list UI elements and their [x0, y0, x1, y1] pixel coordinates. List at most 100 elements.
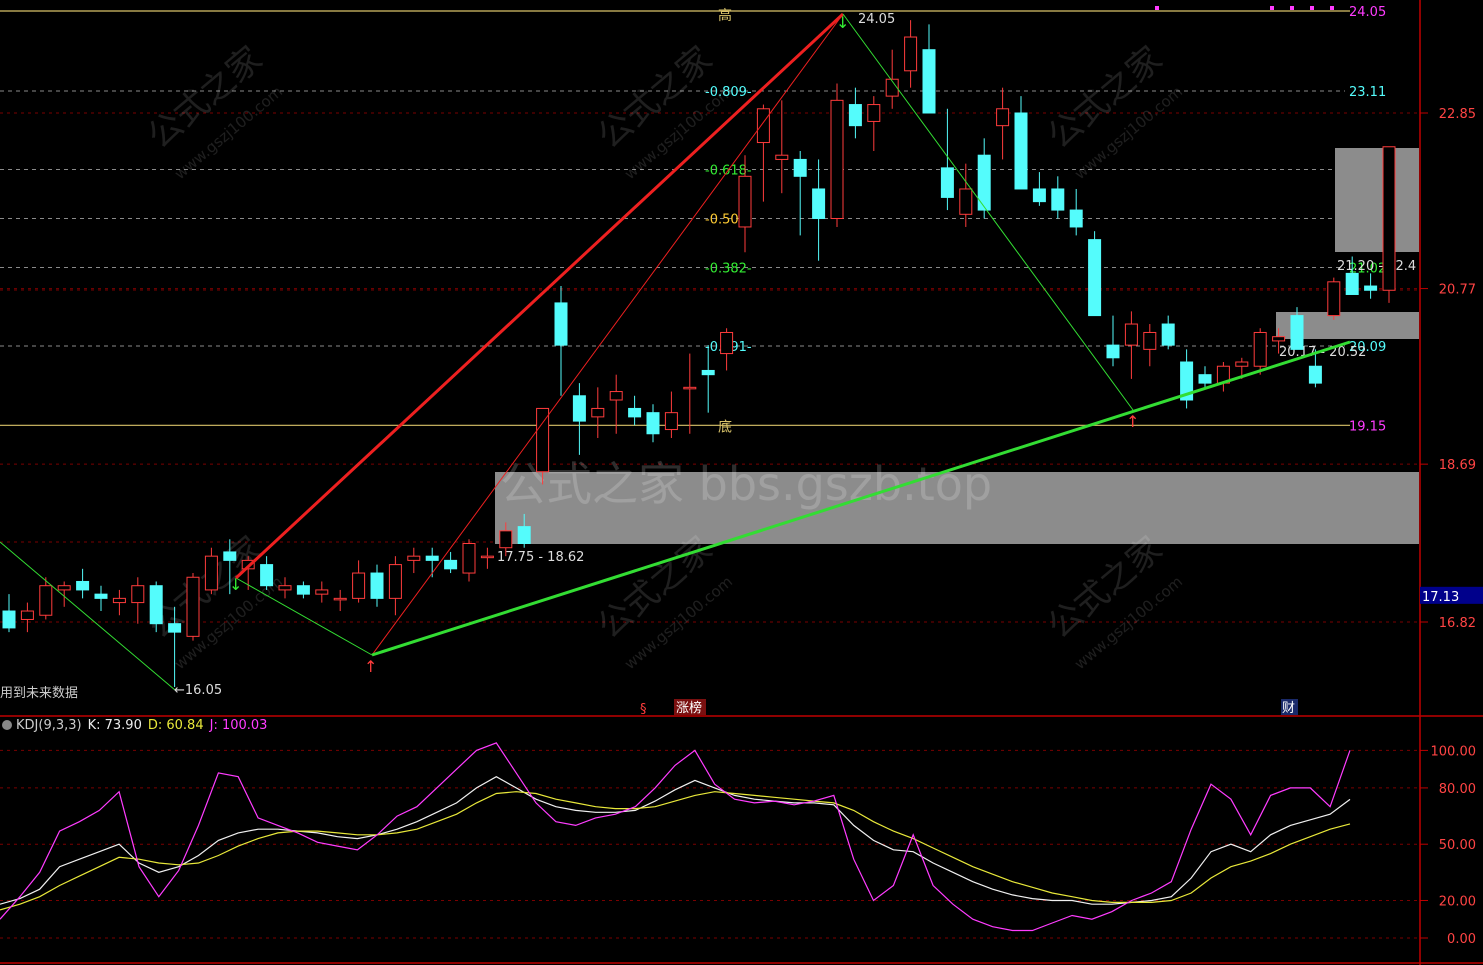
- candle-up: [683, 386, 697, 390]
- candle-down: [444, 559, 458, 570]
- chart-window: 22.85 20.77 18.69 16.82 17.13 高 24.05 底 19.15 -0.…: [0, 0, 1483, 965]
- price-axis-label: 22.85: [1439, 107, 1476, 122]
- candle-up: [959, 188, 973, 215]
- candle-up: [462, 542, 476, 574]
- candle-down: [554, 302, 568, 346]
- candle-down: [848, 104, 862, 127]
- candle-down: [260, 564, 274, 587]
- candle-down: [922, 49, 936, 114]
- candle-up: [480, 555, 494, 559]
- finance-label: 财: [1282, 701, 1295, 716]
- candle-down: [812, 188, 826, 220]
- candle-up: [591, 407, 605, 418]
- candle-down: [517, 526, 531, 544]
- candle-up: [904, 36, 918, 72]
- peak-label: 24.05: [858, 12, 895, 27]
- candle-up: [720, 331, 734, 355]
- candle-up: [204, 555, 218, 591]
- candle-up: [830, 99, 844, 220]
- candle-down: [1106, 344, 1120, 359]
- candle-up: [20, 610, 34, 620]
- candle-down: [1051, 188, 1065, 211]
- kdj-toggle-icon[interactable]: [2, 720, 12, 730]
- bottom-level-label: 底: [718, 419, 732, 435]
- kdj-k-value: K: 73.90: [87, 718, 142, 733]
- kdj-d-value: D: 60.84: [147, 718, 204, 733]
- top-level-price: 24.05: [1349, 5, 1386, 20]
- top-level-label: 高: [718, 7, 732, 24]
- low-label: ←16.05: [174, 683, 222, 698]
- candle-up: [499, 530, 513, 549]
- candlestick-panel[interactable]: 22.85 20.77 18.69 16.82 17.13 高 24.05 底 19.15 -0.…: [0, 0, 1483, 965]
- watermark-brand: 公式之家: [140, 39, 270, 157]
- candle-up: [388, 564, 402, 599]
- top-marker: [1330, 6, 1334, 10]
- kdj-j-value: J: 100.03: [209, 718, 268, 733]
- candle-up: [1124, 323, 1138, 346]
- candle-down: [76, 580, 90, 591]
- top-marker: [1290, 6, 1294, 10]
- candle-down: [94, 593, 108, 599]
- candle-up: [775, 154, 789, 160]
- candle-up: [39, 585, 53, 616]
- current-price-label: 17.13: [1422, 590, 1459, 605]
- candle-down: [572, 395, 586, 422]
- s-flag-marker[interactable]: §: [640, 702, 647, 717]
- candle-down: [793, 158, 807, 177]
- candle-up: [756, 108, 770, 144]
- watermark-brand: 公式之家: [1040, 529, 1170, 647]
- candle-up: [112, 597, 126, 604]
- candle-down: [940, 167, 954, 198]
- candle-down: [425, 555, 439, 561]
- candle-down: [1088, 239, 1102, 317]
- candle-down: [1198, 374, 1212, 384]
- candle-down: [370, 572, 384, 599]
- buy-arrow-icon: ↑: [364, 657, 377, 676]
- candle-down: [223, 551, 237, 561]
- sell-arrow-icon: ↓: [229, 575, 242, 594]
- candle-up: [867, 104, 881, 122]
- kdj-axis-label: 0.00: [1447, 932, 1476, 947]
- candle-up: [407, 555, 421, 561]
- kdj-axis-label: 80.00: [1439, 782, 1476, 797]
- candle-down: [1345, 272, 1359, 295]
- rally-line-thin: [371, 13, 844, 656]
- kdj-axis-label: 100.00: [1431, 744, 1477, 759]
- kdj-line-k: [0, 776, 1351, 905]
- bottom-level-price: 19.15: [1349, 419, 1386, 434]
- candle-up: [131, 585, 145, 604]
- buy-arrow-icon: ↑: [1126, 412, 1139, 431]
- price-axis-label: 18.69: [1439, 458, 1476, 473]
- watermark-site: 公式之家 bbs.gszb.top: [500, 457, 992, 511]
- candle-down: [1308, 365, 1322, 384]
- candle-down: [701, 369, 715, 376]
- watermark-brand: 公式之家: [1040, 39, 1170, 157]
- limit-up-label: 涨榜: [676, 700, 702, 716]
- candle-up: [1253, 331, 1267, 367]
- future-data-notice: 用到未来数据: [0, 686, 78, 701]
- candle-up: [278, 585, 292, 591]
- candle-down: [628, 407, 642, 418]
- candle-down: [646, 412, 660, 435]
- sell-arrow-icon: ↓: [836, 13, 849, 32]
- candle-up: [1235, 361, 1249, 367]
- kdj-line-d: [0, 791, 1351, 911]
- candle-up: [664, 412, 678, 431]
- candle-up: [738, 175, 752, 228]
- top-marker: [1310, 6, 1314, 10]
- candle-down: [1364, 285, 1378, 291]
- candle-up: [1327, 281, 1341, 317]
- candle-up: [609, 391, 623, 401]
- fib-price-label: 23.11: [1349, 85, 1386, 100]
- candle-up: [1143, 331, 1157, 350]
- candle-down: [1069, 209, 1083, 228]
- candle-down: [2, 610, 16, 629]
- kdj-axis-label: 50.00: [1439, 838, 1476, 853]
- candle-down: [296, 585, 310, 595]
- candle-up: [315, 589, 329, 595]
- kdj-indicator-name[interactable]: KDJ(9,3,3): [16, 718, 82, 733]
- candle-down: [149, 585, 163, 625]
- candle-up: [57, 585, 71, 591]
- price-axis-label: 20.77: [1439, 283, 1476, 298]
- candle-down: [1161, 323, 1175, 346]
